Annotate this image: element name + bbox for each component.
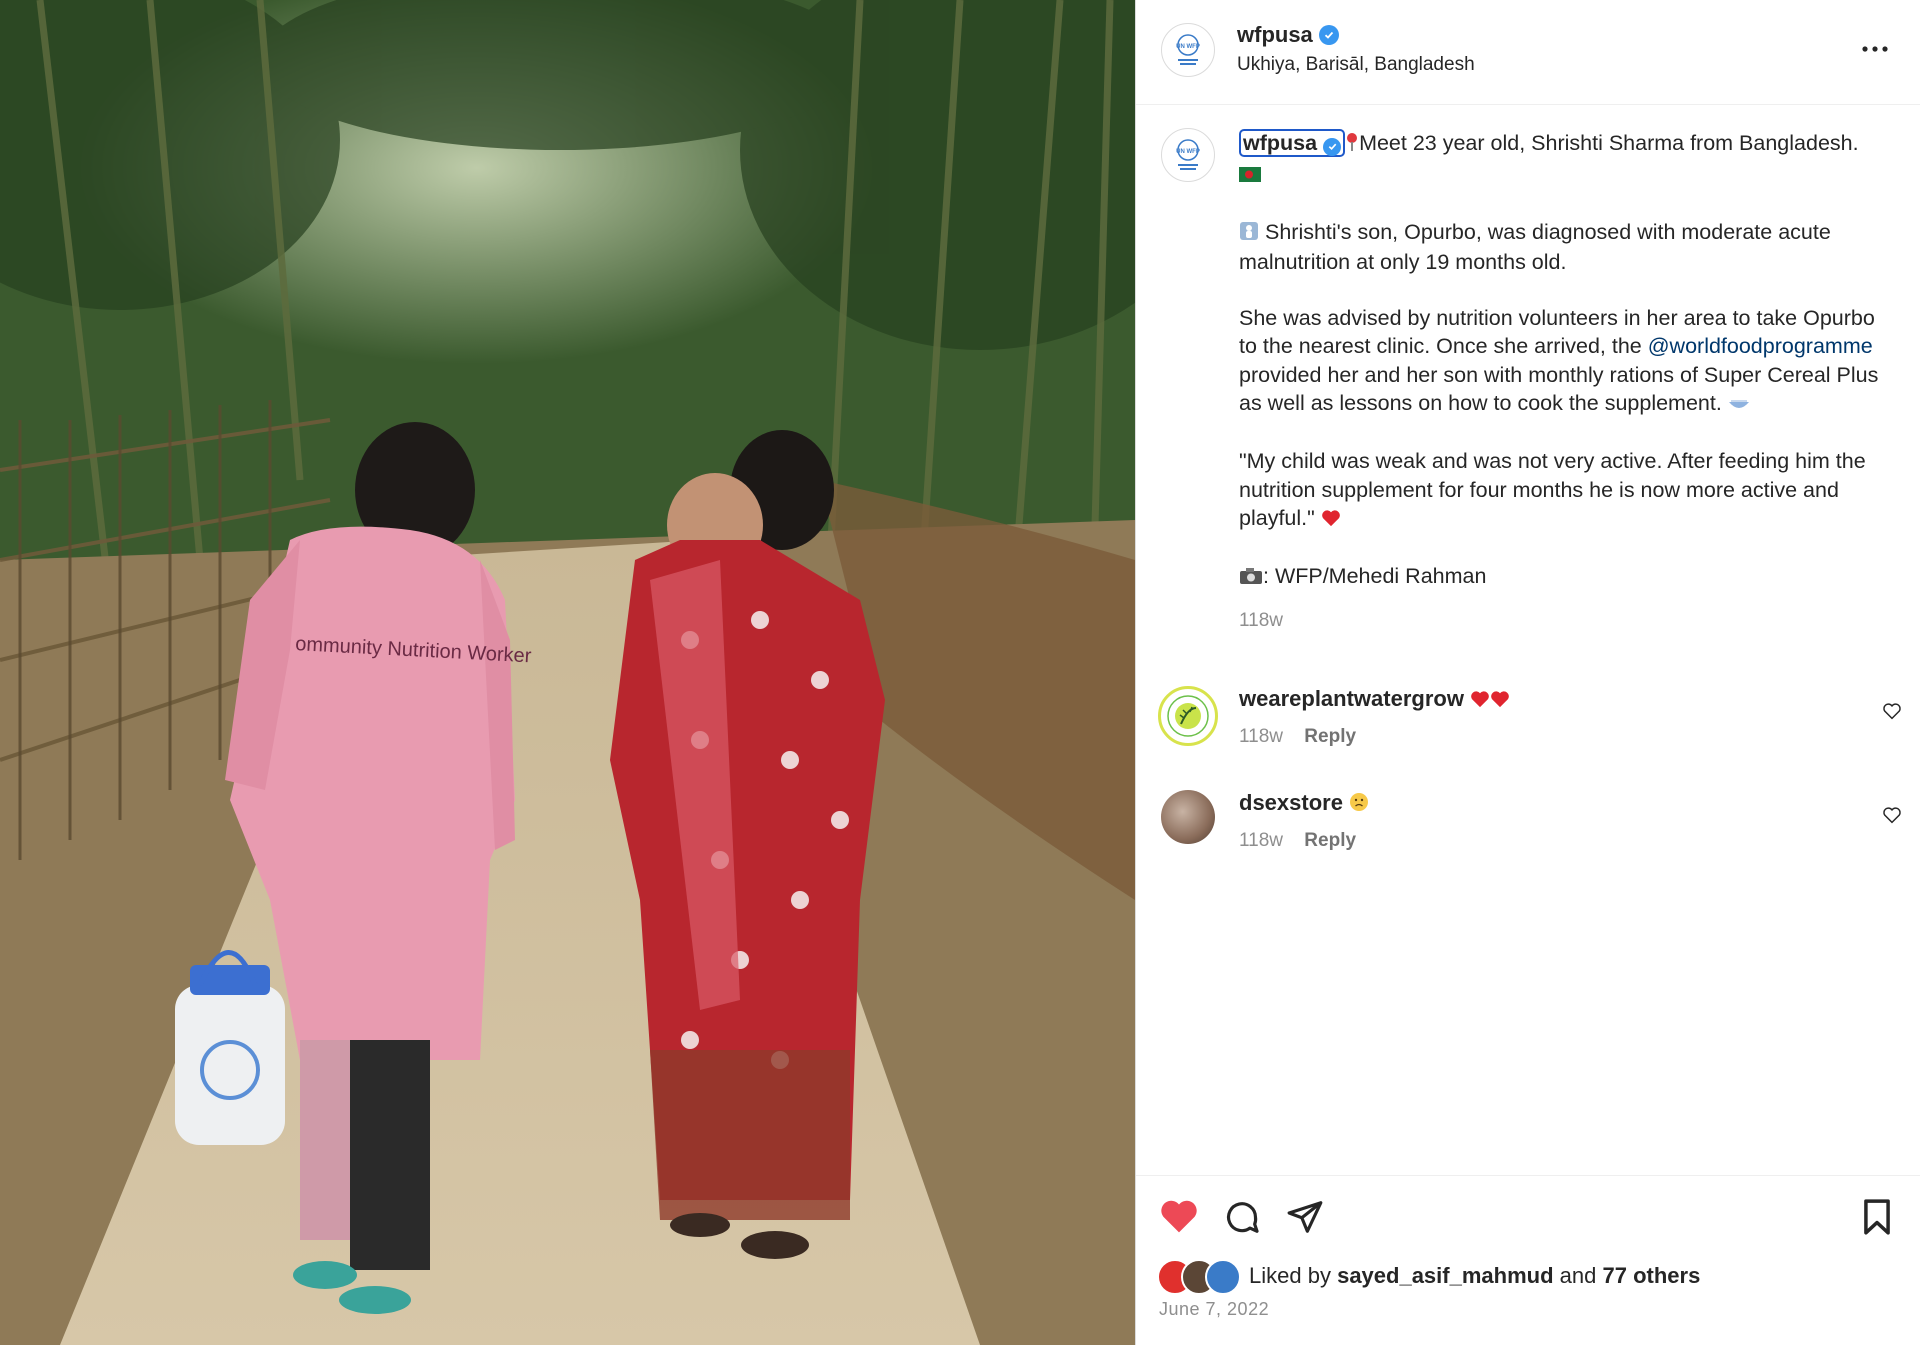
likes-and: and (1559, 1263, 1597, 1288)
liker-username[interactable]: sayed_asif_mahmud (1337, 1263, 1553, 1289)
comment-username[interactable]: dsexstore (1239, 790, 1369, 818)
author-avatar[interactable]: UN WFP (1161, 23, 1215, 77)
instagram-post: ommunity Nutrition Worker UN WFP wfpusa … (0, 0, 1920, 1345)
post-date[interactable]: June 7, 2022 (1159, 1299, 1269, 1320)
verified-icon (1323, 137, 1342, 156)
reply-button[interactable]: Reply (1304, 830, 1356, 851)
plant-logo-icon (1167, 695, 1209, 737)
liker-avatars[interactable] (1157, 1259, 1241, 1295)
likes-others-link[interactable]: 77 others (1602, 1263, 1700, 1289)
wfp-logo-icon: UN WFP (1176, 139, 1200, 170)
more-options-icon[interactable] (1858, 34, 1892, 64)
avatar-label: UN WFP (1176, 44, 1200, 50)
comment-meta: 118w Reply (1239, 726, 1356, 748)
share-icon[interactable] (1286, 1198, 1324, 1241)
photo-illustration: ommunity Nutrition Worker (0, 0, 1135, 1345)
red-heart-icon (1490, 688, 1510, 714)
comment-item: dsexstore 118w Reply (1136, 790, 1920, 870)
author-username[interactable]: wfpusa (1237, 22, 1339, 48)
caption-line-rations: provided her and her son with monthly ra… (1239, 362, 1879, 416)
comment-time[interactable]: 118w (1239, 726, 1283, 747)
caption-username[interactable]: wfpusa (1239, 129, 1346, 157)
post-photo[interactable]: ommunity Nutrition Worker (0, 0, 1135, 1345)
mention-link[interactable]: @worldfoodprogramme (1648, 334, 1873, 358)
likes-prefix: Liked by (1249, 1263, 1331, 1288)
post-details-panel: UN WFP wfpusa Ukhiya, Barisāl, Banglades… (1135, 0, 1920, 1345)
liker-avatar (1205, 1259, 1241, 1295)
caption-timestamp[interactable]: 118w (1239, 607, 1879, 635)
red-heart-icon (1470, 688, 1490, 714)
caption-author-avatar[interactable]: UN WFP (1161, 128, 1215, 182)
like-icon[interactable] (1159, 1198, 1199, 1239)
comment-time[interactable]: 118w (1239, 830, 1283, 851)
commenter-avatar[interactable] (1158, 686, 1218, 746)
comment-username[interactable]: weareplantwatergrow (1239, 686, 1510, 714)
commenter-avatar[interactable] (1161, 790, 1215, 844)
post-location[interactable]: Ukhiya, Barisāl, Bangladesh (1237, 54, 1475, 76)
comment-meta: 118w Reply (1239, 830, 1356, 852)
caption-paragraph-5: : WFP/Mehedi Rahman (1239, 562, 1879, 592)
camera-icon (1239, 564, 1263, 592)
comment-like-icon[interactable] (1882, 702, 1902, 725)
caption-paragraph-3: She was advised by nutrition volunteers … (1239, 304, 1879, 419)
wfp-logo-icon: UN WFP (1176, 34, 1200, 65)
caption-line-credit: : WFP/Mehedi Rahman (1263, 564, 1487, 589)
comment-icon[interactable] (1223, 1198, 1261, 1241)
comment-item: weareplantwatergrow 118w Reply (1136, 686, 1920, 766)
comment-like-icon[interactable] (1882, 806, 1902, 829)
likes-summary: Liked by sayed_asif_mahmud and 77 others (1157, 1259, 1700, 1295)
bangladesh-flag-icon (1239, 161, 1261, 189)
caption-text: wfpusa Meet 23 year old, Shrishti Sharma… (1239, 129, 1879, 635)
author-username-text[interactable]: wfpusa (1237, 22, 1313, 48)
avatar-label: UN WFP (1176, 149, 1200, 155)
caption-line-diagnosis: Shrishti's son, Opurbo, was diagnosed wi… (1239, 219, 1831, 274)
reply-button[interactable]: Reply (1304, 726, 1356, 747)
caption-paragraph-4: "My child was weak and was not very acti… (1239, 447, 1879, 534)
baby-icon (1239, 220, 1259, 248)
caption-paragraph-2: Shrishti's son, Opurbo, was diagnosed wi… (1239, 218, 1879, 277)
save-icon[interactable] (1860, 1198, 1894, 1241)
sad-face-icon (1349, 792, 1369, 818)
caption-paragraph-1: wfpusa Meet 23 year old, Shrishti Sharma… (1239, 129, 1879, 190)
pin-icon (1345, 131, 1359, 159)
post-header: UN WFP wfpusa Ukhiya, Barisāl, Banglades… (1136, 0, 1920, 105)
bowl-icon (1728, 391, 1750, 419)
caption-line-intro: Meet 23 year old, Shrishti Sharma from B… (1359, 131, 1859, 155)
post-actions: Liked by sayed_asif_mahmud and 77 others… (1136, 1175, 1920, 1346)
red-heart-icon (1321, 506, 1341, 534)
verified-icon (1318, 25, 1339, 45)
